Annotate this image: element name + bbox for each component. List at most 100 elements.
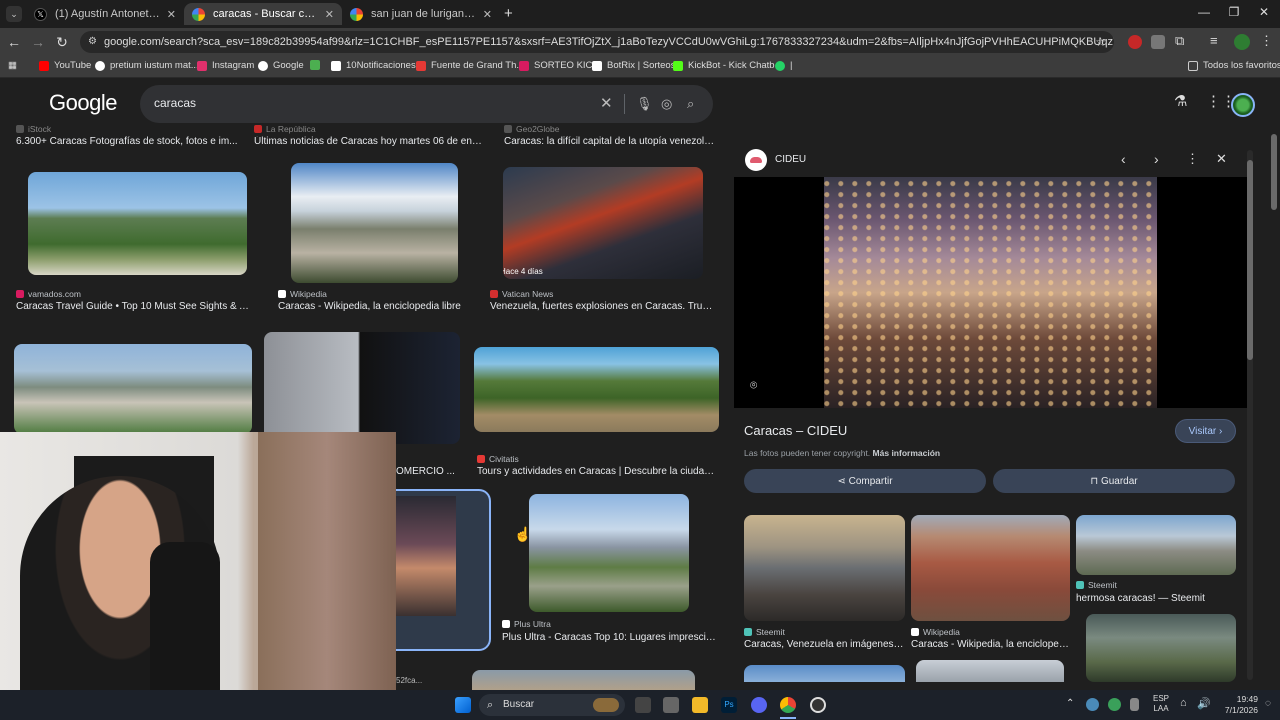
preview-title[interactable]: Caracas – CIDEU: [744, 423, 847, 438]
microphone-icon[interactable]: 🎙: [636, 96, 653, 112]
related-image[interactable]: [911, 515, 1070, 621]
bookmark-kickbot[interactable]: KickBot - Kick Chatb...: [673, 60, 783, 71]
related-image[interactable]: [744, 665, 905, 682]
bookmark-youtube[interactable]: YouTube: [39, 60, 91, 71]
result-source[interactable]: Vatican News: [490, 289, 553, 299]
tab-san-juan[interactable]: san juan de lurigancho cerros - ✕: [342, 3, 500, 25]
result-source[interactable]: Wikipedia: [278, 289, 327, 299]
media-control-icon[interactable]: ≡: [1210, 33, 1218, 48]
bookmark-google[interactable]: Google: [258, 60, 304, 71]
close-tab-icon[interactable]: ✕: [483, 8, 492, 21]
search-icon[interactable]: ⌕: [687, 96, 694, 112]
page-scrollbar[interactable]: [1270, 130, 1278, 690]
extensions-puzzle-icon[interactable]: ⧉: [1175, 33, 1184, 49]
bookmark-whatsapp[interactable]: |: [775, 60, 792, 71]
result-image[interactable]: [474, 347, 719, 432]
selected-result-frame[interactable]: [396, 489, 491, 651]
apps-grid-icon[interactable]: ▦: [8, 60, 17, 71]
all-bookmarks[interactable]: Todos los favoritos: [1188, 60, 1280, 71]
profile-avatar-icon[interactable]: [1234, 34, 1250, 50]
photoshop-icon[interactable]: Ps: [721, 697, 737, 713]
related-image[interactable]: [1086, 614, 1236, 682]
share-button[interactable]: ⋖ Compartir: [744, 469, 986, 493]
result-image[interactable]: [14, 344, 252, 434]
related-source[interactable]: Wikipedia: [911, 627, 960, 637]
labs-flask-icon[interactable]: ⚗: [1174, 92, 1187, 110]
back-icon[interactable]: ←: [6, 34, 22, 50]
related-source[interactable]: Steemit: [744, 627, 785, 637]
close-tab-icon[interactable]: ✕: [325, 8, 334, 21]
close-panel-icon[interactable]: ✕: [1216, 151, 1227, 167]
new-tab-button[interactable]: +: [504, 5, 513, 22]
result-caption[interactable]: Plus Ultra - Caracas Top 10: Lugares imp…: [502, 632, 717, 643]
show-hidden-icons[interactable]: ⌃: [1066, 698, 1074, 709]
extension-red-icon[interactable]: [1128, 35, 1142, 49]
notification-icon[interactable]: ◌: [1265, 698, 1271, 709]
chrome-icon[interactable]: [780, 697, 796, 713]
related-image[interactable]: [916, 660, 1064, 682]
clear-search-icon[interactable]: ✕: [600, 94, 613, 112]
volume-icon[interactable]: 🔊: [1197, 697, 1211, 710]
result-source[interactable]: Civitatis: [477, 454, 519, 464]
previous-image-icon[interactable]: ‹: [1121, 151, 1126, 167]
lens-search-icon[interactable]: ⌾: [750, 378, 757, 393]
lens-camera-icon[interactable]: ◎: [661, 96, 672, 112]
app-icon[interactable]: [663, 697, 679, 713]
close-window-icon[interactable]: ✕: [1254, 5, 1274, 19]
task-view-icon[interactable]: [635, 697, 651, 713]
file-explorer-icon[interactable]: [692, 697, 708, 713]
windows-start-icon[interactable]: [455, 697, 471, 713]
obs-icon[interactable]: [810, 697, 826, 713]
address-bar[interactable]: ⚙ google.com/search?sca_esv=189c82b39954…: [80, 31, 1114, 53]
tray-icon[interactable]: [1130, 698, 1139, 711]
result-image[interactable]: [291, 163, 458, 283]
network-icon[interactable]: ⌂: [1180, 697, 1187, 709]
more-info-link[interactable]: Más información: [873, 448, 941, 458]
search-input[interactable]: caracas ✕ 🎙 ◎ ⌕: [140, 85, 713, 123]
forward-icon[interactable]: →: [30, 34, 46, 50]
result-caption[interactable]: Caracas - Wikipedia, la enciclopedia lib…: [278, 301, 468, 312]
visit-button[interactable]: Visitar ›: [1175, 419, 1236, 443]
result-image[interactable]: [472, 670, 695, 690]
result-caption[interactable]: Tours y actividades en Caracas | Descubr…: [477, 466, 719, 477]
result-source[interactable]: Geo2Globe: [504, 124, 559, 134]
related-caption[interactable]: Caracas, Venezuela en imágenes ...: [744, 639, 904, 650]
tray-icon[interactable]: [1086, 698, 1099, 711]
result-source[interactable]: vamados.com: [16, 289, 81, 299]
site-info-icon[interactable]: ⚙: [88, 31, 97, 53]
next-image-icon[interactable]: ›: [1154, 151, 1159, 167]
result-caption[interactable]: Venezuela, fuertes explosiones en Caraca…: [490, 301, 719, 312]
related-caption[interactable]: Caracas - Wikipedia, la enciclopedi...: [911, 639, 1071, 650]
panel-scrollbar[interactable]: [1247, 150, 1253, 680]
result-caption[interactable]: Caracas: la difícil capital de la utopía…: [504, 136, 719, 147]
related-caption[interactable]: hermosa caracas! — Steemit: [1076, 593, 1236, 604]
related-image[interactable]: [744, 515, 905, 621]
result-caption[interactable]: OMERCIO ...: [396, 466, 466, 477]
bookmark-pretium[interactable]: pretium iustum mat...: [95, 60, 199, 71]
language-indicator[interactable]: ESP LAA: [1153, 694, 1169, 714]
preview-image[interactable]: [824, 177, 1157, 408]
bookmark-fuente-gta[interactable]: Fuente de Grand Th...: [416, 60, 524, 71]
result-caption[interactable]: Caracas Travel Guide • Top 10 Must See S…: [16, 301, 254, 312]
browser-menu-icon[interactable]: ⋮: [1260, 33, 1273, 49]
account-avatar[interactable]: [1231, 93, 1255, 117]
minimize-window-icon[interactable]: —: [1194, 5, 1214, 19]
bookmark-extension[interactable]: [310, 60, 325, 70]
result-source[interactable]: La República: [254, 124, 316, 134]
bookmark-sorteo-kick[interactable]: SORTEO KICK: [519, 60, 599, 71]
taskbar-search[interactable]: ⌕ Buscar: [479, 694, 625, 716]
tab-google-search[interactable]: caracas - Buscar con Google ✕: [184, 3, 342, 25]
result-image[interactable]: [28, 172, 247, 275]
google-logo[interactable]: Google: [49, 90, 117, 116]
result-image[interactable]: [529, 494, 689, 612]
clock[interactable]: 19:49 7/1/2026: [1220, 694, 1258, 716]
related-image[interactable]: [1076, 515, 1236, 575]
panel-site-name[interactable]: CIDEU: [775, 154, 806, 165]
discord-icon[interactable]: [751, 697, 767, 713]
extension-icon[interactable]: [1151, 35, 1165, 49]
tab-list-dropdown-icon[interactable]: ⌄: [6, 6, 22, 22]
bookmark-notificaciones[interactable]: 10Notificaciones: [331, 60, 416, 71]
reload-icon[interactable]: ↻: [54, 34, 70, 51]
save-button[interactable]: ⊓ Guardar: [993, 469, 1235, 493]
close-tab-icon[interactable]: ✕: [167, 8, 176, 21]
